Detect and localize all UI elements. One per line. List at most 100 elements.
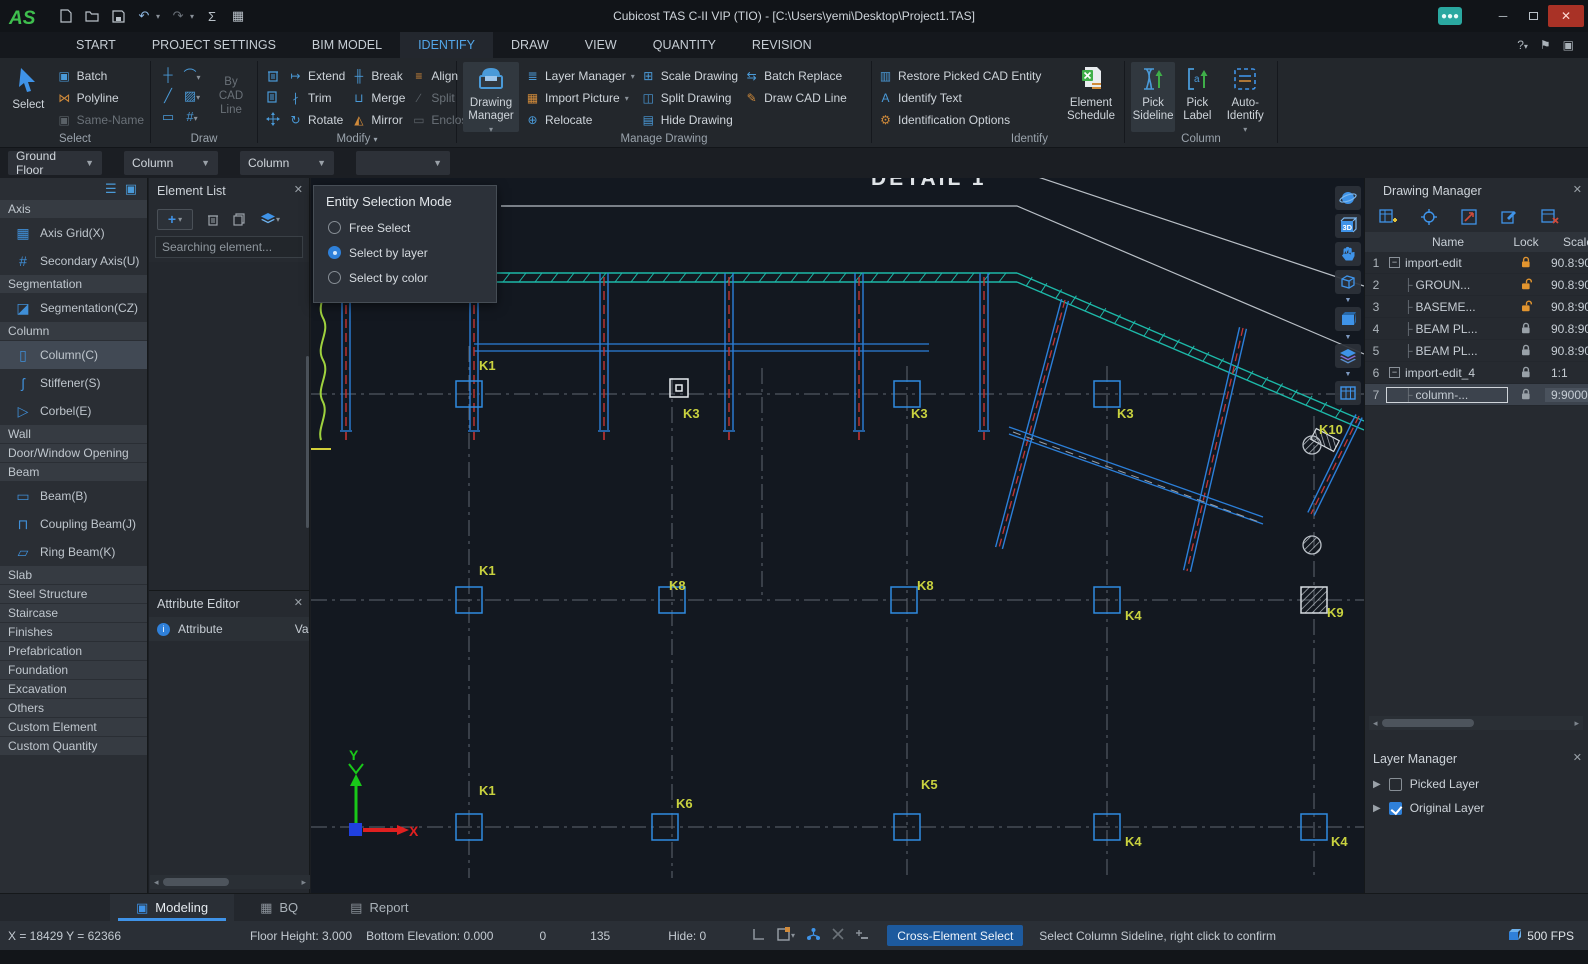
mirror-button[interactable]: ◭Mirror bbox=[351, 110, 405, 130]
selection-box-icon[interactable]: ▾ bbox=[777, 927, 795, 944]
tab-quantity[interactable]: QUANTITY bbox=[635, 32, 734, 58]
edit-drawing-icon[interactable] bbox=[1501, 209, 1517, 228]
element-schedule-button[interactable]: Element Schedule bbox=[1064, 62, 1118, 132]
selection-mode-badge[interactable]: Cross-Element Select bbox=[887, 925, 1023, 946]
workspace-tab-modeling[interactable]: ▣Modeling bbox=[110, 894, 234, 921]
scroll-right-icon[interactable]: ▸ bbox=[1570, 718, 1583, 729]
sidebar-category-door-window-opening[interactable]: Door/Window Opening bbox=[0, 444, 147, 463]
lock-icon[interactable] bbox=[1507, 344, 1545, 357]
element-search[interactable] bbox=[155, 236, 303, 258]
sidebar-category-excavation[interactable]: Excavation bbox=[0, 680, 147, 699]
tab-identify[interactable]: IDENTIFY bbox=[400, 32, 493, 58]
tab-revision[interactable]: REVISION bbox=[734, 32, 830, 58]
add-drawing-icon[interactable] bbox=[1379, 209, 1397, 228]
orbit-icon[interactable] bbox=[1335, 186, 1361, 210]
delete-icon[interactable] bbox=[264, 66, 282, 84]
tab-start[interactable]: START bbox=[58, 32, 134, 58]
sidebar-item-corbel-e[interactable]: ▷Corbel(E) bbox=[0, 397, 147, 425]
modify-group-label[interactable]: Modify ▾ bbox=[258, 133, 456, 145]
add-point-icon[interactable] bbox=[855, 928, 869, 943]
sidebar-item-ring-beam-k[interactable]: ▱Ring Beam(K) bbox=[0, 538, 147, 566]
sidebar-category-custom-quantity[interactable]: Custom Quantity bbox=[0, 737, 147, 756]
sidebar-category-finishes[interactable]: Finishes bbox=[0, 623, 147, 642]
minimize-button[interactable]: ─ bbox=[1488, 5, 1518, 27]
close-icon[interactable]: ✕ bbox=[1573, 183, 1582, 196]
drawing-row-beam-pl[interactable]: 4├BEAM PL...90.8:908 bbox=[1365, 318, 1588, 340]
scale-drawing-button[interactable]: ⊞Scale Drawing bbox=[641, 66, 738, 86]
vertical-scrollbar[interactable] bbox=[306, 356, 309, 528]
save-icon[interactable] bbox=[110, 8, 126, 24]
sidebar-category-wall[interactable]: Wall bbox=[0, 425, 147, 444]
left-horizontal-scrollbar[interactable]: ◂ ▸ bbox=[150, 875, 310, 889]
scale-drawing-icon[interactable] bbox=[1461, 209, 1477, 228]
close-icon[interactable]: ✕ bbox=[1573, 751, 1582, 764]
checkbox-icon[interactable] bbox=[1389, 778, 1402, 791]
sidebar-item-beam-b[interactable]: ▭Beam(B) bbox=[0, 482, 147, 510]
sidebar-category-others[interactable]: Others bbox=[0, 699, 147, 718]
scale-column-header[interactable]: Scale bbox=[1545, 235, 1588, 249]
unlock-icon[interactable] bbox=[1507, 278, 1545, 291]
expand-icon[interactable]: ▶ bbox=[1373, 779, 1381, 790]
floor-select[interactable]: Ground Floor▼ bbox=[8, 151, 102, 175]
hatch-icon[interactable]: ▨▾ bbox=[184, 88, 200, 104]
help-icon[interactable]: ?▾ bbox=[1517, 38, 1528, 52]
drawing-row-baseme[interactable]: 3├BASEME...90.8:908 bbox=[1365, 296, 1588, 318]
arc-icon[interactable]: ⌒▾ bbox=[183, 65, 200, 84]
drawing-row-groun[interactable]: 2├GROUN...90.8:908 bbox=[1365, 274, 1588, 296]
close-icon[interactable]: ✕ bbox=[294, 183, 303, 196]
identify-text-button[interactable]: AIdentify Text bbox=[878, 88, 1041, 108]
undo-icon[interactable]: ↶ bbox=[136, 8, 152, 24]
lock-column-header[interactable]: Lock bbox=[1507, 235, 1545, 249]
import-picture-button[interactable]: ▦Import Picture▾ bbox=[525, 88, 635, 108]
sidebar-category-slab[interactable]: Slab bbox=[0, 566, 147, 585]
3d-view-icon[interactable]: 3D bbox=[1335, 214, 1361, 238]
drawing-row-beam-pl[interactable]: 5├BEAM PL...90.8:908 bbox=[1365, 340, 1588, 362]
point-icon[interactable]: ┼ bbox=[163, 67, 172, 82]
wireframe-view-icon[interactable] bbox=[1335, 270, 1361, 294]
undo-caret-icon[interactable]: ▾ bbox=[156, 12, 160, 21]
workspace-tab-bq[interactable]: ▦BQ bbox=[234, 894, 324, 921]
name-column-header[interactable]: Name bbox=[1387, 235, 1507, 249]
drawing-row-import-edit-4[interactable]: 6−import-edit_41:1 bbox=[1365, 362, 1588, 384]
sidebar-category-column[interactable]: Column bbox=[0, 322, 147, 341]
ortho-icon[interactable] bbox=[752, 928, 766, 944]
sidebar-item-axis-grid-x[interactable]: ▦Axis Grid(X) bbox=[0, 219, 147, 247]
close-button[interactable]: ✕ bbox=[1548, 5, 1584, 27]
collapse-icon[interactable]: − bbox=[1389, 367, 1400, 378]
extend-button[interactable]: ↦Extend bbox=[288, 66, 345, 86]
pan-hand-icon[interactable] bbox=[1335, 242, 1361, 266]
pick-sideline-button[interactable]: Pick Sideline bbox=[1131, 62, 1175, 132]
split-drawing-button[interactable]: ◫Split Drawing bbox=[641, 88, 738, 108]
draw-cad-line-button[interactable]: ✎Draw CAD Line bbox=[744, 88, 847, 108]
scroll-left-icon[interactable]: ◂ bbox=[1369, 718, 1382, 729]
unlock-icon[interactable] bbox=[1507, 300, 1545, 313]
sidebar-item-coupling-beam-j[interactable]: ⊓Coupling Beam(J) bbox=[0, 510, 147, 538]
tab-bim-model[interactable]: BIM MODEL bbox=[294, 32, 400, 58]
element-category-select[interactable]: Column▼ bbox=[124, 151, 218, 175]
radio-select-by-color[interactable]: Select by color bbox=[314, 265, 496, 290]
layer-row-picked-layer[interactable]: ▶Picked Layer bbox=[1365, 772, 1588, 796]
cancel-snap-icon[interactable] bbox=[832, 928, 844, 943]
tab-project-settings[interactable]: PROJECT SETTINGS bbox=[134, 32, 294, 58]
radio-free-select[interactable]: Free Select bbox=[314, 215, 496, 240]
identification-options-button[interactable]: ⚙Identification Options bbox=[878, 110, 1041, 130]
scrollbar-thumb[interactable] bbox=[163, 878, 229, 886]
element-name-select[interactable]: ▼ bbox=[356, 151, 450, 175]
auto-identify-button[interactable]: Auto-Identify▾ bbox=[1220, 62, 1271, 132]
batch-replace-button[interactable]: ⇆Batch Replace bbox=[744, 66, 847, 86]
layer-row-original-layer[interactable]: ▶Original Layer bbox=[1365, 796, 1588, 820]
solid-view-icon[interactable] bbox=[1335, 307, 1361, 331]
drawing-row-column[interactable]: 7├column-...9:9000 bbox=[1365, 384, 1588, 406]
schedule-view-icon[interactable] bbox=[1335, 381, 1361, 405]
right-horizontal-scrollbar[interactable]: ◂ ▸ bbox=[1369, 716, 1583, 730]
sidebar-category-beam[interactable]: Beam bbox=[0, 463, 147, 482]
relocate-drawing-icon[interactable] bbox=[1421, 209, 1437, 228]
window-layout-icon[interactable]: ▣ bbox=[1563, 38, 1574, 52]
sidebar-category-prefabrication[interactable]: Prefabrication bbox=[0, 642, 147, 661]
chevron-down-icon[interactable]: ▼ bbox=[1345, 372, 1352, 377]
rotate-button[interactable]: ↻Rotate bbox=[288, 110, 345, 130]
radio-icon[interactable] bbox=[328, 246, 341, 259]
sidebar-item-segmentation-cz[interactable]: ◪Segmentation(CZ) bbox=[0, 294, 147, 322]
tab-draw[interactable]: DRAW bbox=[493, 32, 567, 58]
chat-icon[interactable]: ●●● bbox=[1438, 7, 1462, 25]
